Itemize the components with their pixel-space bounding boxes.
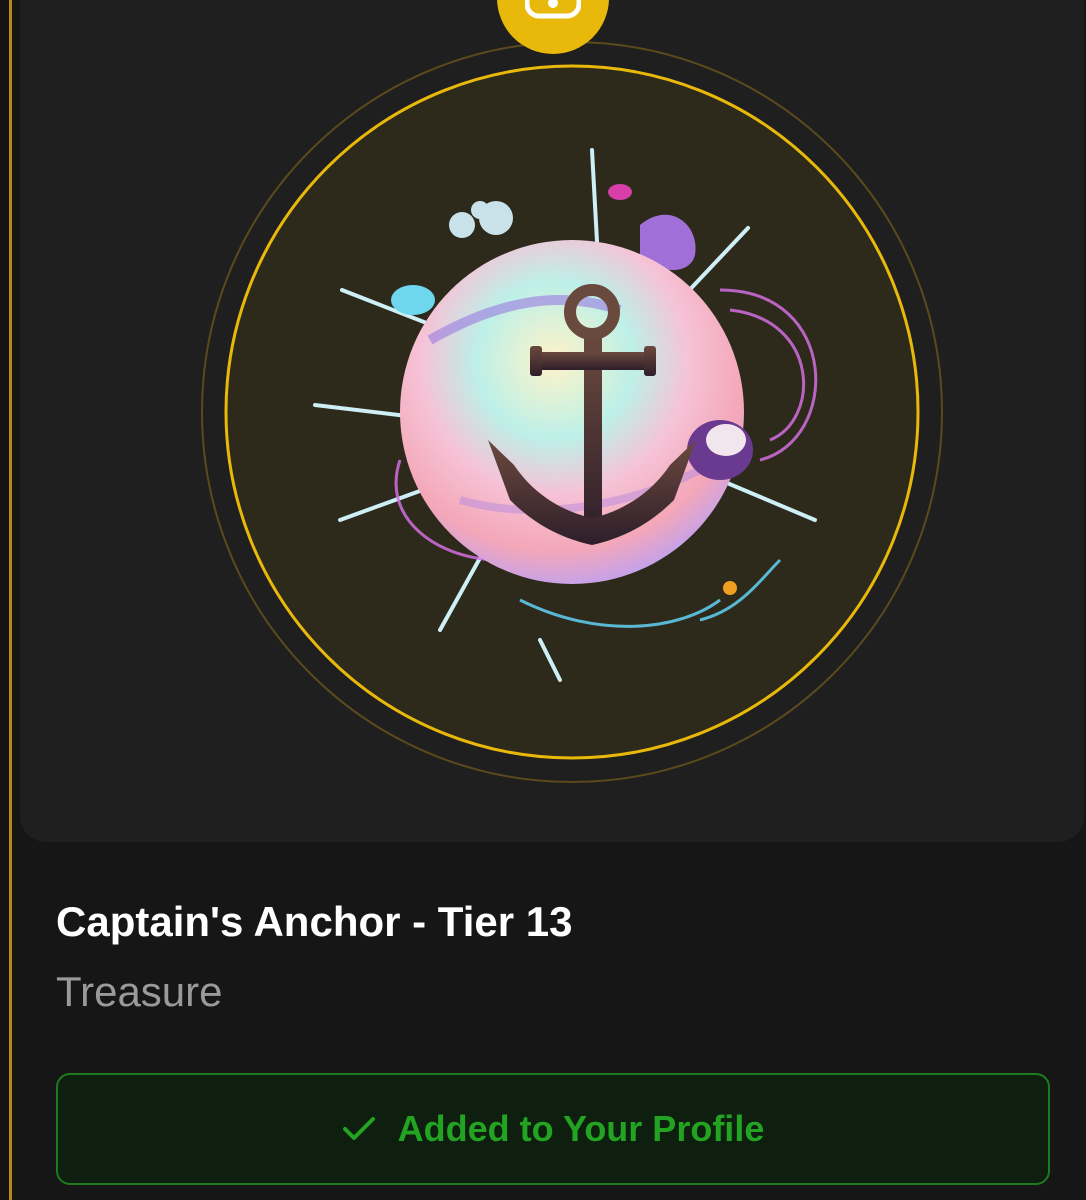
item-detail-page: Captain's Anchor - Tier 13 Treasure Adde…	[0, 0, 1086, 1200]
item-category: Treasure	[56, 968, 223, 1015]
added-to-profile-button[interactable]: Added to Your Profile	[56, 1073, 1050, 1185]
check-icon	[342, 1117, 375, 1140]
item-title: Captain's Anchor - Tier 13	[56, 898, 573, 945]
item-media-panel	[20, 0, 1084, 842]
lock-icon	[525, 0, 581, 19]
added-to-profile-label: Added to Your Profile	[397, 1108, 765, 1149]
captains-anchor-artwork	[201, 41, 943, 783]
